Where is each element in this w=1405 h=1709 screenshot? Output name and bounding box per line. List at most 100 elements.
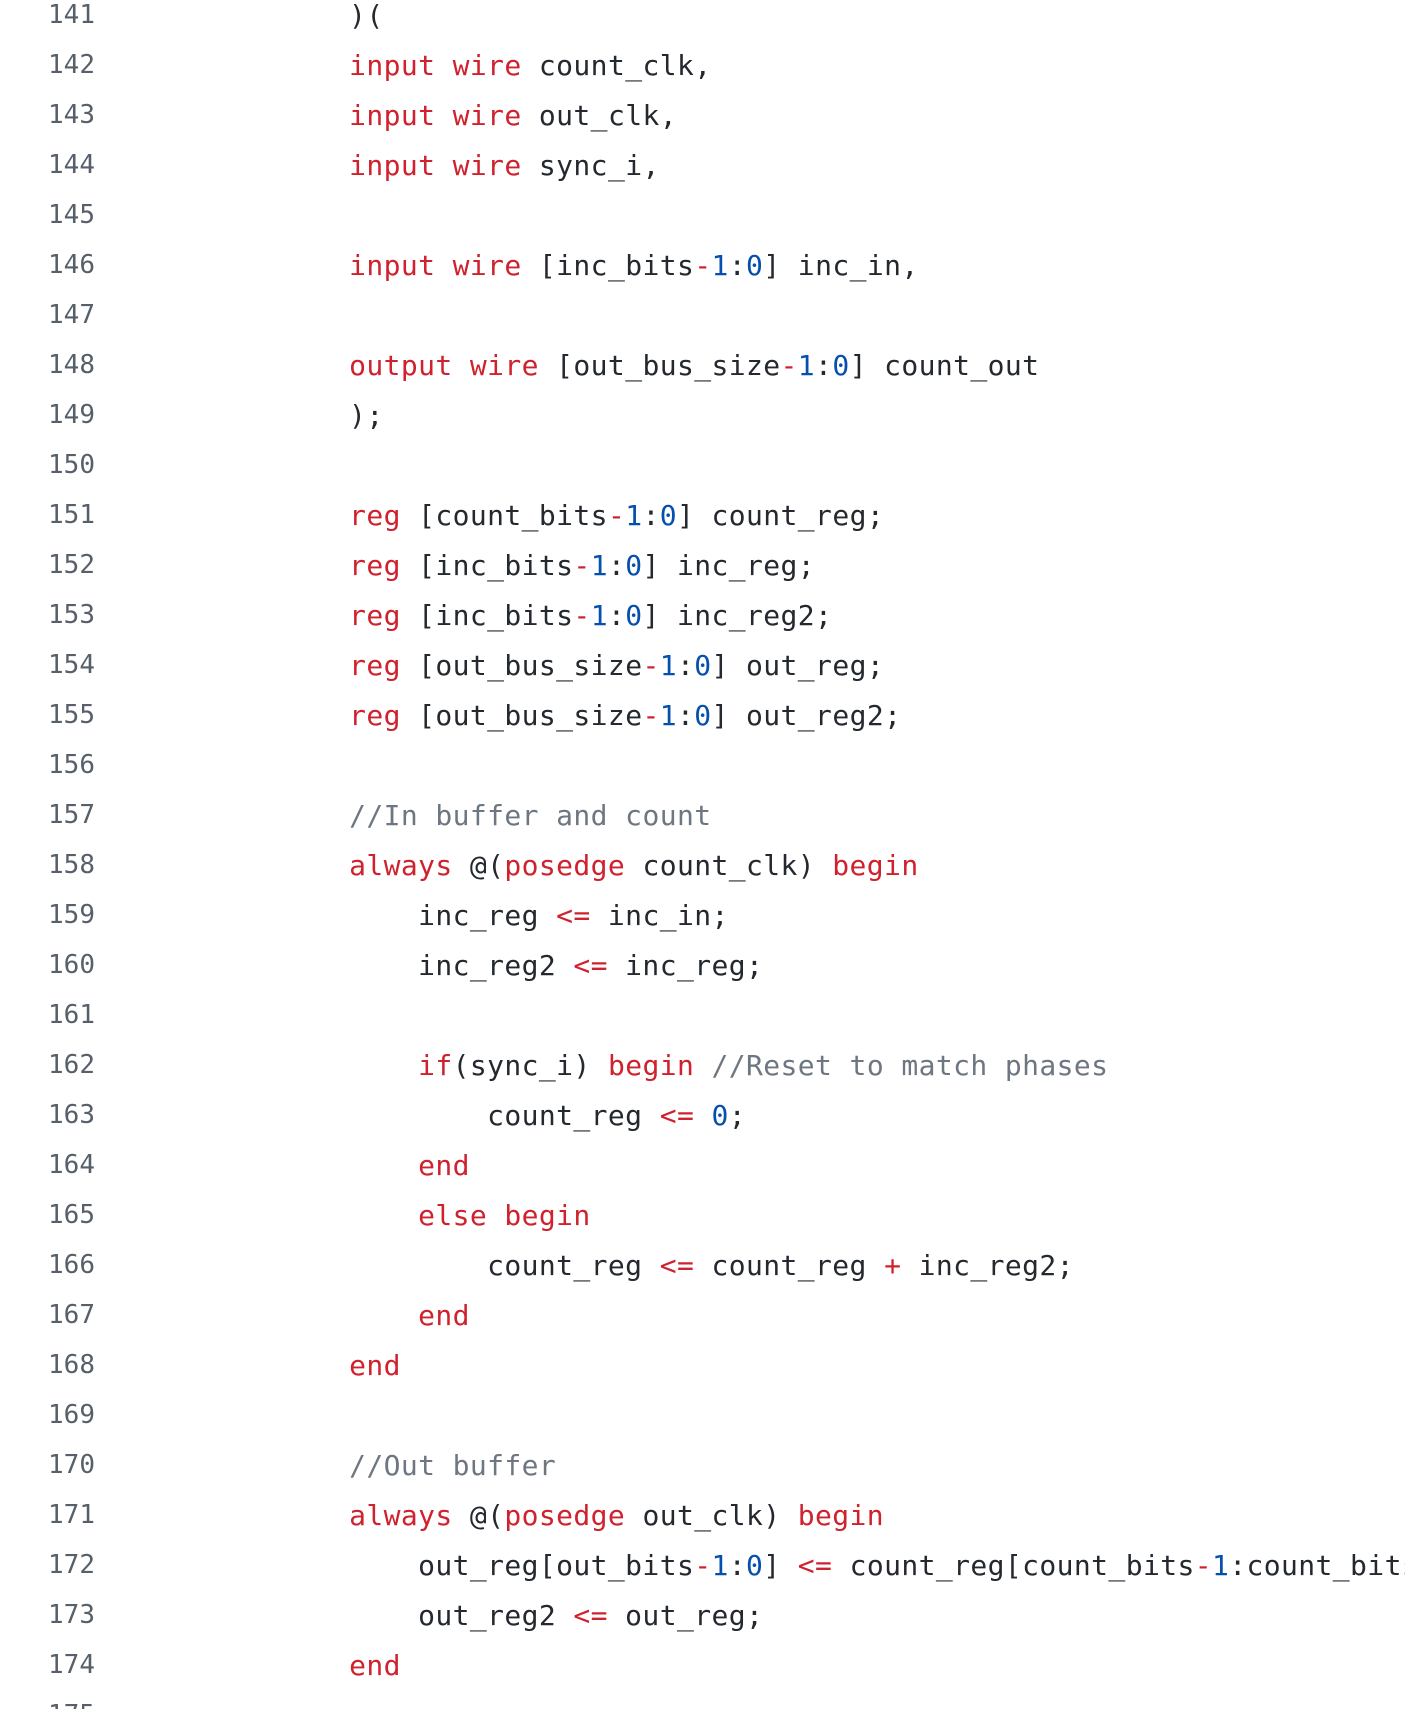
text-token: count_reg[count_bits <box>832 1548 1195 1582</box>
keyword-token: wire <box>452 98 522 132</box>
code-line: 168 end <box>0 1340 1405 1390</box>
line-code: ); <box>211 399 384 432</box>
line-number[interactable]: 172 <box>0 1550 95 1580</box>
line-number[interactable]: 147 <box>0 300 95 330</box>
line-number[interactable]: 145 <box>0 200 95 230</box>
line-number[interactable]: 175 <box>0 1700 95 1709</box>
text-token: count_reg <box>211 1098 660 1132</box>
line-number[interactable]: 153 <box>0 600 95 630</box>
line-number[interactable]: 170 <box>0 1450 95 1480</box>
line-number[interactable]: 174 <box>0 1650 95 1680</box>
text-token: )( <box>211 0 384 32</box>
operator-token: <= <box>659 1098 695 1132</box>
line-number[interactable]: 160 <box>0 950 95 980</box>
line-number[interactable]: 154 <box>0 650 95 680</box>
text-token: @( <box>452 848 505 882</box>
code-line: 156 <box>0 740 1405 790</box>
keyword-token: wire <box>452 48 522 82</box>
line-number[interactable]: 167 <box>0 1300 95 1330</box>
number-token: 1 <box>659 648 677 682</box>
line-code: )( <box>211 0 384 32</box>
line-number[interactable]: 162 <box>0 1050 95 1080</box>
operator-token: - <box>780 348 798 382</box>
code-line: 167 end <box>0 1290 1405 1340</box>
line-number[interactable]: 144 <box>0 150 95 180</box>
text-token: count_reg <box>694 1248 885 1282</box>
code-line: 165 else begin <box>0 1190 1405 1240</box>
line-number[interactable]: 165 <box>0 1200 95 1230</box>
line-number[interactable]: 149 <box>0 400 95 430</box>
number-token: 1 <box>659 698 677 732</box>
line-number[interactable]: 142 <box>0 50 95 80</box>
text-token: : <box>815 348 833 382</box>
line-number[interactable]: 159 <box>0 900 95 930</box>
number-token: 1 <box>625 498 643 532</box>
line-number[interactable]: 141 <box>0 0 95 30</box>
line-code: out_reg2 <= out_reg; <box>211 1599 763 1632</box>
line-number[interactable]: 152 <box>0 550 95 580</box>
keyword-token: input <box>349 48 436 82</box>
line-number[interactable]: 150 <box>0 450 95 480</box>
line-number[interactable]: 168 <box>0 1350 95 1380</box>
keyword-token: end <box>418 1148 470 1182</box>
operator-token: - <box>642 648 660 682</box>
keyword-token: reg <box>349 498 401 532</box>
number-token: 0 <box>694 698 712 732</box>
number-token: 0 <box>746 248 764 282</box>
text-token: inc_reg; <box>607 948 764 982</box>
text-token: [inc_bits <box>400 548 574 582</box>
line-number[interactable]: 164 <box>0 1150 95 1180</box>
operator-token: - <box>694 1548 712 1582</box>
code-line: 149 ); <box>0 390 1405 440</box>
line-code: reg [out_bus_size-1:0] out_reg; <box>211 649 884 682</box>
text-token: ; <box>728 1098 747 1132</box>
keyword-token: input <box>349 148 436 182</box>
number-token: 0 <box>694 648 712 682</box>
line-number[interactable]: 166 <box>0 1250 95 1280</box>
code-line: 143 input wire out_clk, <box>0 90 1405 140</box>
keyword-token: end <box>349 1348 401 1382</box>
keyword-token: if <box>418 1048 453 1082</box>
line-number[interactable]: 148 <box>0 350 95 380</box>
comment-token: //Out buffer <box>349 1448 557 1482</box>
line-number[interactable]: 157 <box>0 800 95 830</box>
text-token: : <box>607 548 626 582</box>
line-number[interactable]: 163 <box>0 1100 95 1130</box>
line-number[interactable]: 161 <box>0 1000 95 1030</box>
line-code: count_reg <= count_reg + inc_reg2; <box>211 1249 1074 1282</box>
text-token: [out_bus_size <box>400 698 643 732</box>
line-number[interactable]: 173 <box>0 1600 95 1630</box>
text-token: inc_reg2 <box>211 948 574 982</box>
line-number[interactable]: 171 <box>0 1500 95 1530</box>
line-number[interactable]: 158 <box>0 850 95 880</box>
line-code: inc_reg <= inc_in; <box>211 899 729 932</box>
line-number[interactable]: 169 <box>0 1400 95 1430</box>
line-number[interactable]: 156 <box>0 750 95 780</box>
line-number[interactable]: 143 <box>0 100 95 130</box>
line-number[interactable]: 151 <box>0 500 95 530</box>
text-token: [out_bus_size <box>400 648 643 682</box>
text-token: out_reg2 <box>211 1598 574 1632</box>
line-number[interactable]: 146 <box>0 250 95 280</box>
line-number[interactable]: 155 <box>0 700 95 730</box>
text-token: ] out_reg2; <box>711 698 902 732</box>
line-code: else begin <box>211 1199 591 1232</box>
text-token: @( <box>452 1498 505 1532</box>
text-token: ] inc_reg2; <box>642 598 833 632</box>
code-line: 161 <box>0 990 1405 1040</box>
code-line: 146 input wire [inc_bits-1:0] inc_in, <box>0 240 1405 290</box>
keyword-token: reg <box>349 598 401 632</box>
